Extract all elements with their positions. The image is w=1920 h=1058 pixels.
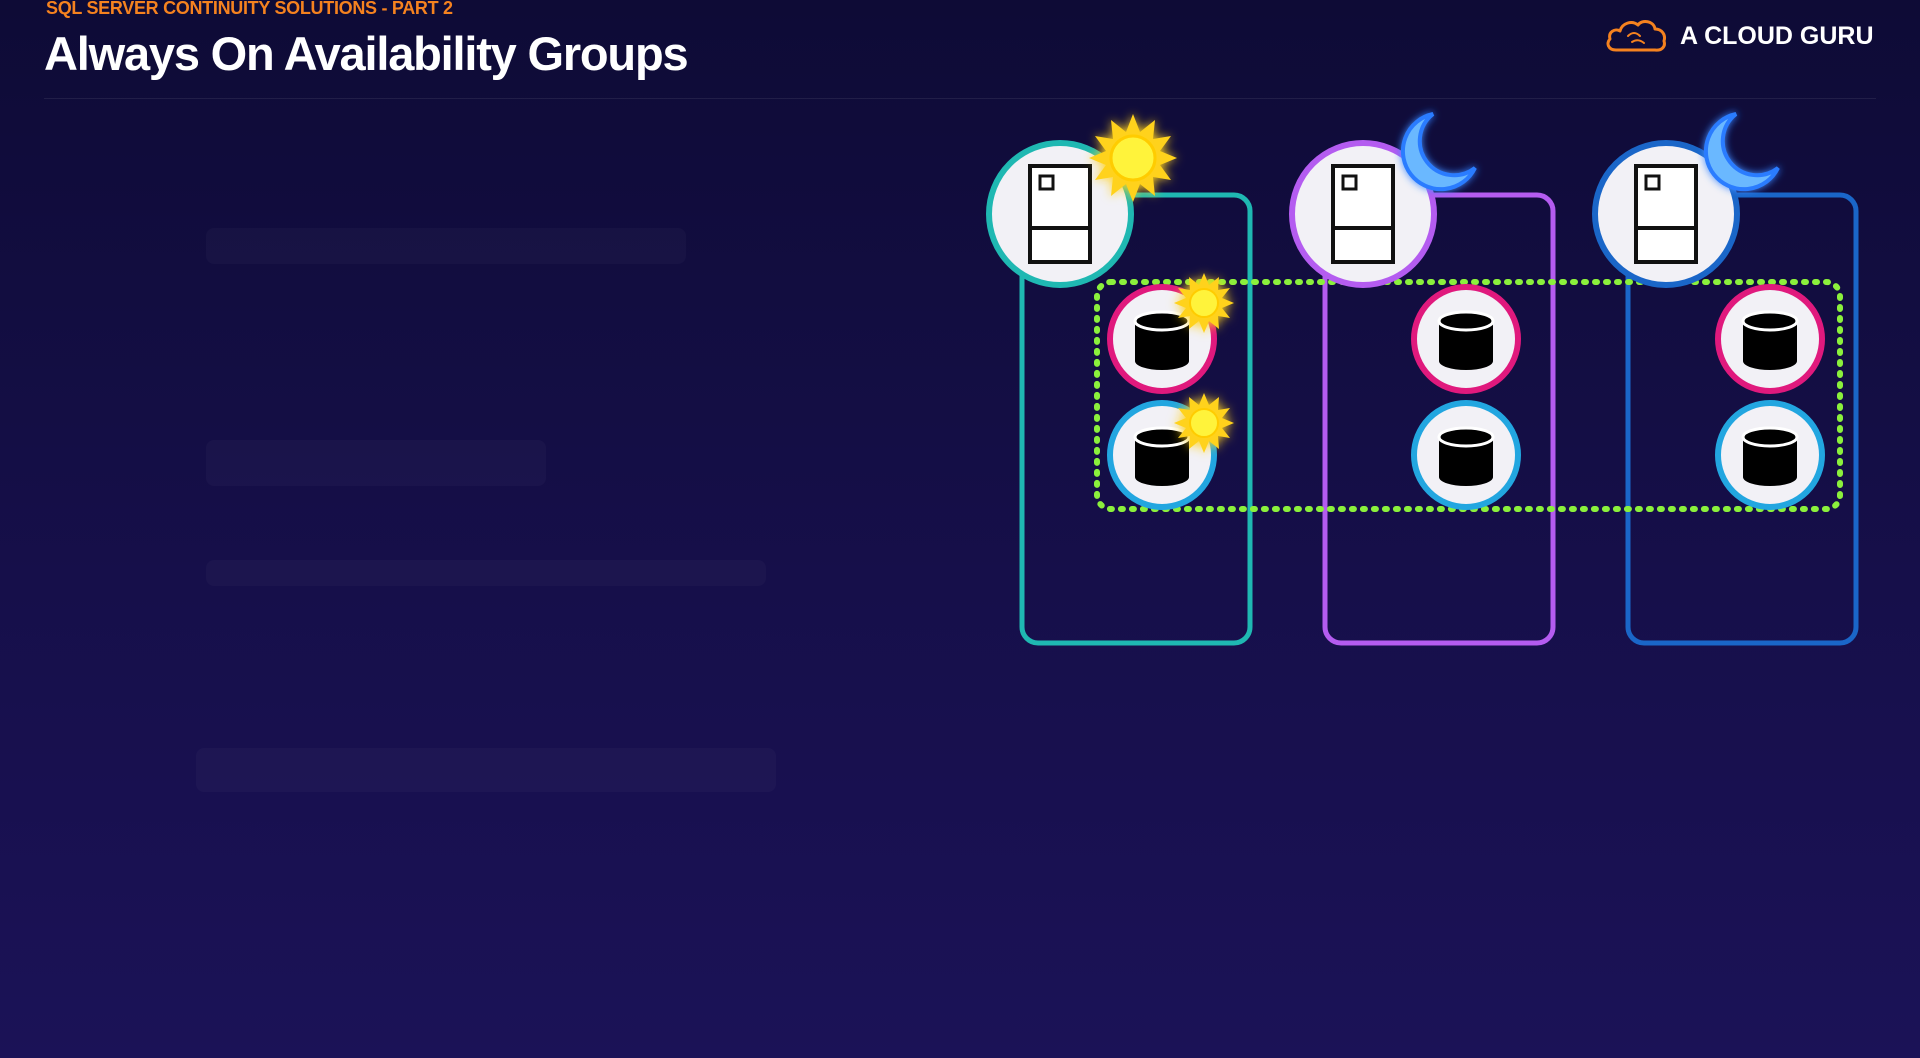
database-icon [1741,310,1799,372]
database-2a [1411,284,1521,394]
database-icon [1437,426,1495,488]
database-icon [1133,310,1191,372]
database-3b [1715,400,1825,510]
server-icon [1331,164,1395,264]
database-icon [1437,310,1495,372]
database-2b [1411,400,1521,510]
server-icon [1634,164,1698,264]
server-icon [1028,164,1092,264]
moon-icon [1400,112,1477,192]
database-icon [1741,426,1799,488]
database-3a [1715,284,1825,394]
moon-icon [1703,112,1780,192]
availability-group-diagram [986,112,1859,646]
